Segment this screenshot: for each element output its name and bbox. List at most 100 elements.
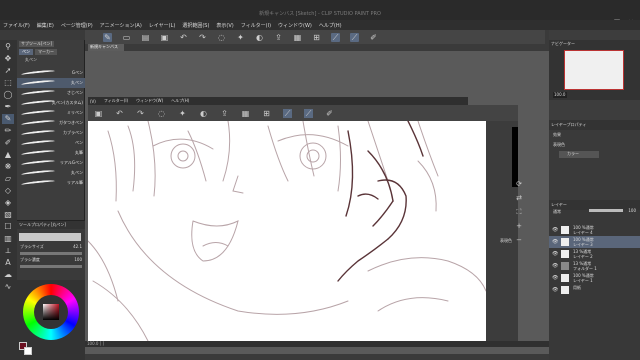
navigator-zoom-value[interactable]: 100.0 [553,92,567,98]
brush-item[interactable]: 丸ペン [17,78,85,88]
eraser-tool-icon[interactable]: ▱ [2,174,14,184]
rotate-icon[interactable]: ⟳ [513,180,525,194]
vertical-scrollbar[interactable] [512,127,518,187]
subwin-menu-view[interactable]: (V) [90,99,96,104]
opacity-value[interactable]: 100 [628,208,636,213]
balloon-tool-icon[interactable]: ☁ [2,270,14,280]
subwin-menu-help[interactable]: ヘルプ(H) [171,98,189,104]
clear-icon[interactable]: ◌ [217,33,226,42]
brush-item[interactable]: さじペン [17,88,85,98]
visibility-icon[interactable]: 👁 [552,227,558,233]
brush-opacity-value[interactable]: 100 [74,257,82,263]
brush-item[interactable]: 丸筆 [17,148,85,158]
visibility-icon[interactable]: 👁 [552,251,558,257]
export-icon[interactable]: ⇪ [274,33,283,42]
layer-row[interactable]: 👁 13 %通常 レイヤー 2 [549,248,640,260]
zoom-in-icon[interactable]: + [513,222,525,236]
edit-icon[interactable]: ✐ [369,33,378,42]
fill-tool-icon[interactable]: ◈ [2,198,14,208]
drawing-canvas[interactable] [88,121,486,341]
visibility-icon[interactable]: 👁 [552,275,558,281]
pencil-tool-icon[interactable]: ✏ [2,126,14,136]
menu-layer[interactable]: レイヤー(L) [149,22,176,29]
ruler-tool-icon[interactable]: ⟂ [2,246,14,256]
brush-item[interactable]: ペン [17,138,85,148]
edit-icon[interactable]: ✐ [325,109,334,118]
brush-item[interactable]: リアルGペン [17,158,85,168]
export-icon[interactable]: ⇪ [220,109,229,118]
blend-mode-select[interactable]: 通常 [553,209,561,215]
text-tool-icon[interactable]: A [2,258,14,268]
saturation-value-square[interactable] [43,304,59,320]
menu-filter[interactable]: フィルター(I) [241,22,271,29]
transform-icon[interactable]: ✦ [178,109,187,118]
grid-icon[interactable]: ▦ [293,33,302,42]
redo-icon[interactable]: ↷ [198,33,207,42]
layer-row[interactable]: 👁 100 %通常 レイヤー 4 [549,224,640,236]
ruler-snap-icon[interactable]: ⟋ [283,108,292,118]
figure-tool-icon[interactable]: ☐ [2,222,14,232]
menu-window[interactable]: ウィンドウ(W) [278,22,312,29]
file-tab[interactable]: 新規キャンバス [88,44,124,51]
brush-opacity-slider[interactable] [20,265,82,268]
brush-item[interactable]: ガタつきペン [17,118,85,128]
decoration-tool-icon[interactable]: ❋ [2,162,14,172]
brush-size-slider[interactable] [20,252,82,255]
zoom-tool-icon[interactable]: ⚲ [2,42,14,52]
flip-icon[interactable]: ⇄ [513,194,525,208]
subwin-menu-filter[interactable]: フィルター(I) [104,98,128,104]
fill-icon[interactable]: ◐ [255,33,264,42]
opacity-slider[interactable] [589,209,623,212]
grid-icon[interactable]: ▦ [241,109,250,118]
brush-item[interactable]: 丸ペン [17,168,85,178]
subwin-menu-window[interactable]: ウィンドウ(W) [136,98,163,104]
menu-file[interactable]: ファイル(F) [3,22,30,29]
operation-tool-icon[interactable]: ➚ [2,66,14,76]
visibility-icon[interactable]: 👁 [552,287,558,293]
brush-size-value[interactable]: 42.1 [73,244,82,250]
layer-row[interactable]: 👁 13 %通常 フォルダー 1 [549,260,640,272]
pen-mode-icon[interactable]: ✎ [103,32,112,42]
expression-color-select[interactable]: カラー [559,151,599,158]
menu-animation[interactable]: アニメーション(A) [100,22,142,29]
zoom-out-icon[interactable]: − [513,236,525,250]
snap-icon[interactable]: ⊞ [262,109,271,118]
blend-tool-icon[interactable]: ◇ [2,186,14,196]
eyedropper-tool-icon[interactable]: ✒ [2,102,14,112]
airbrush-tool-icon[interactable]: ▲ [2,150,14,160]
move-tool-icon[interactable]: ✥ [2,54,14,64]
clear-icon[interactable]: ◌ [157,109,166,118]
layer-row[interactable]: 👁 100 %通常 レイヤー 1 [549,272,640,284]
fit-icon[interactable]: ⛶ [513,208,525,222]
transform-icon[interactable]: ✦ [236,33,245,42]
correct-line-tool-icon[interactable]: ∿ [2,282,14,292]
menu-help[interactable]: ヘルプ(H) [319,22,342,29]
color-wheel[interactable] [23,284,79,340]
brush-item[interactable]: ミリペン [17,108,85,118]
undo-icon[interactable]: ↶ [115,109,124,118]
perspective-snap-icon[interactable]: ⟋ [350,32,359,42]
visibility-icon[interactable]: 👁 [552,239,558,245]
sub-color-swatch[interactable] [24,347,32,355]
menu-view[interactable]: 表示(V) [216,22,233,29]
new-file-icon[interactable]: ▭ [122,33,131,42]
ruler-snap-icon[interactable]: ⟋ [331,32,340,42]
tab-marker[interactable]: マーカー [35,49,57,55]
perspective-snap-icon[interactable]: ⟋ [304,108,313,118]
redo-icon[interactable]: ↷ [136,109,145,118]
layer-row[interactable]: 👁 用紙 [549,284,640,296]
navigator-thumbnail[interactable] [564,50,624,90]
brush-item[interactable]: Gペン [17,68,85,78]
layer-row[interactable]: 👁 100 %通常 レイヤー 3 [549,236,640,248]
menu-selection[interactable]: 選択範囲(S) [182,22,209,29]
visibility-icon[interactable]: 👁 [552,263,558,269]
pen-tool-icon[interactable]: ✎ [2,114,14,124]
brush-tool-icon[interactable]: ✐ [2,138,14,148]
fill-icon[interactable]: ◐ [199,109,208,118]
menu-page[interactable]: ページ管理(P) [61,22,93,29]
snap-icon[interactable]: ⊞ [312,33,321,42]
menu-edit[interactable]: 編集(E) [37,22,54,29]
lasso-tool-icon[interactable]: ◯ [2,90,14,100]
gradient-tool-icon[interactable]: ▧ [2,210,14,220]
open-icon[interactable]: ▤ [141,33,150,42]
